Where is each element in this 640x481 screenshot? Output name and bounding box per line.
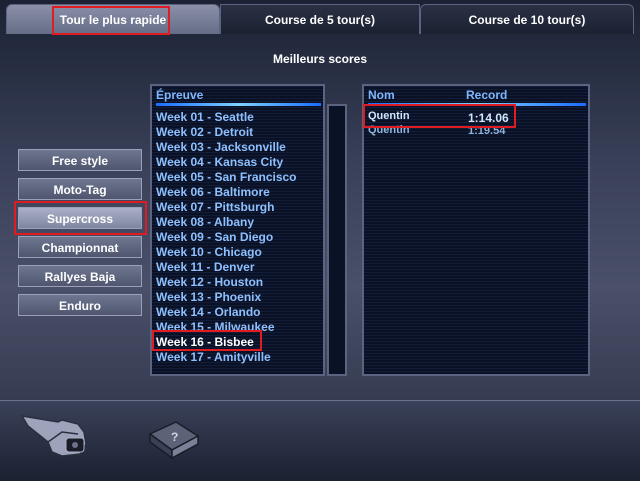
mode-moto-tag-button[interactable]: Moto-Tag (18, 178, 142, 200)
event-item[interactable]: Week 02 - Detroit (156, 125, 253, 139)
bottom-bar (0, 400, 640, 481)
event-item[interactable]: Week 10 - Chicago (156, 245, 262, 259)
mode-free-style-button[interactable]: Free style (18, 149, 142, 171)
hand-pointer-icon[interactable] (18, 402, 94, 460)
tab-5-laps[interactable]: Course de 5 tour(s) (220, 4, 420, 34)
event-item[interactable]: Week 13 - Phoenix (156, 290, 261, 304)
scores-panel: Nom Record Quentin 1:14.06 Quentin 1:19.… (362, 84, 590, 376)
event-item[interactable]: Week 09 - San Diego (156, 230, 273, 244)
event-list-header: Épreuve (156, 88, 204, 102)
event-item[interactable]: Week 07 - Pittsburgh (156, 200, 274, 214)
event-item[interactable]: Week 04 - Kansas City (156, 155, 283, 169)
event-item[interactable]: Week 11 - Denver (156, 260, 255, 274)
score-record: 1:14.06 (468, 111, 509, 125)
header-underline (368, 103, 586, 106)
tab-fastest-lap[interactable]: Tour le plus rapide (6, 4, 220, 34)
mode-championnat-button[interactable]: Championnat (18, 236, 142, 258)
record-column-header: Record (466, 88, 508, 102)
svg-text:?: ? (171, 430, 178, 444)
event-item[interactable]: Week 15 - Milwaukee (156, 320, 275, 334)
mode-enduro-button[interactable]: Enduro (18, 294, 142, 316)
event-list-scrollbar[interactable] (327, 104, 347, 376)
event-item[interactable]: Week 01 - Seattle (156, 110, 254, 124)
mode-supercross-button[interactable]: Supercross (18, 207, 142, 229)
event-item[interactable]: Week 08 - Albany (156, 215, 254, 229)
section-title: Meilleurs scores (272, 52, 368, 66)
help-book-icon[interactable]: ? (146, 418, 202, 460)
score-name: Quentin (368, 110, 410, 122)
mode-rallyes-baja-button[interactable]: Rallyes Baja (18, 265, 142, 287)
tab-bar: Tour le plus rapide Course de 5 tour(s) … (0, 0, 640, 34)
name-column-header: Nom (368, 88, 395, 102)
event-item[interactable]: Week 17 - Amityville (156, 350, 271, 364)
event-item[interactable]: Week 06 - Baltimore (156, 185, 270, 199)
event-item[interactable]: Week 03 - Jacksonville (156, 140, 286, 154)
score-record: 1:19.54 (468, 125, 506, 137)
score-name: Quentin (368, 124, 410, 136)
event-item[interactable]: Week 12 - Houston (156, 275, 263, 289)
event-item[interactable]: Week 05 - San Francisco (156, 170, 297, 184)
event-item[interactable]: Week 14 - Orlando (156, 305, 260, 319)
event-list-panel: Épreuve Week 01 - Seattle Week 02 - Detr… (150, 84, 325, 376)
event-item-selected[interactable]: Week 16 - Bisbee (156, 335, 254, 349)
header-underline (156, 103, 321, 106)
tab-10-laps[interactable]: Course de 10 tour(s) (420, 4, 634, 34)
